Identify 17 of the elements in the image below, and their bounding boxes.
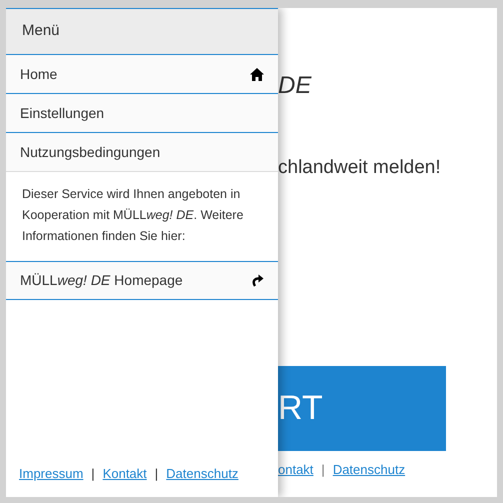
footer-link[interactable]: Impressum <box>19 464 84 483</box>
separator: | <box>91 464 95 483</box>
separator: | <box>154 464 158 483</box>
footer-link[interactable]: Kontakt <box>102 464 147 483</box>
redirect-arrow-icon <box>252 274 264 287</box>
tagline-text: chlandweit melden! <box>278 156 441 180</box>
menu-header: Menü <box>6 8 278 55</box>
footer-link[interactable]: Datenschutz <box>332 460 406 480</box>
footer-link[interactable]: Datenschutz <box>166 464 238 483</box>
separator: | <box>321 461 325 479</box>
home-icon <box>250 68 264 80</box>
homepage-link[interactable]: MÜLLweg! DE Homepage <box>6 262 278 300</box>
footer-link[interactable]: ontakt <box>278 460 314 480</box>
menu-item[interactable]: Home <box>6 55 278 94</box>
page-title: DE <box>278 74 312 98</box>
start-button[interactable]: RT <box>278 366 446 451</box>
menu-item[interactable]: Einstellungen <box>6 94 278 133</box>
